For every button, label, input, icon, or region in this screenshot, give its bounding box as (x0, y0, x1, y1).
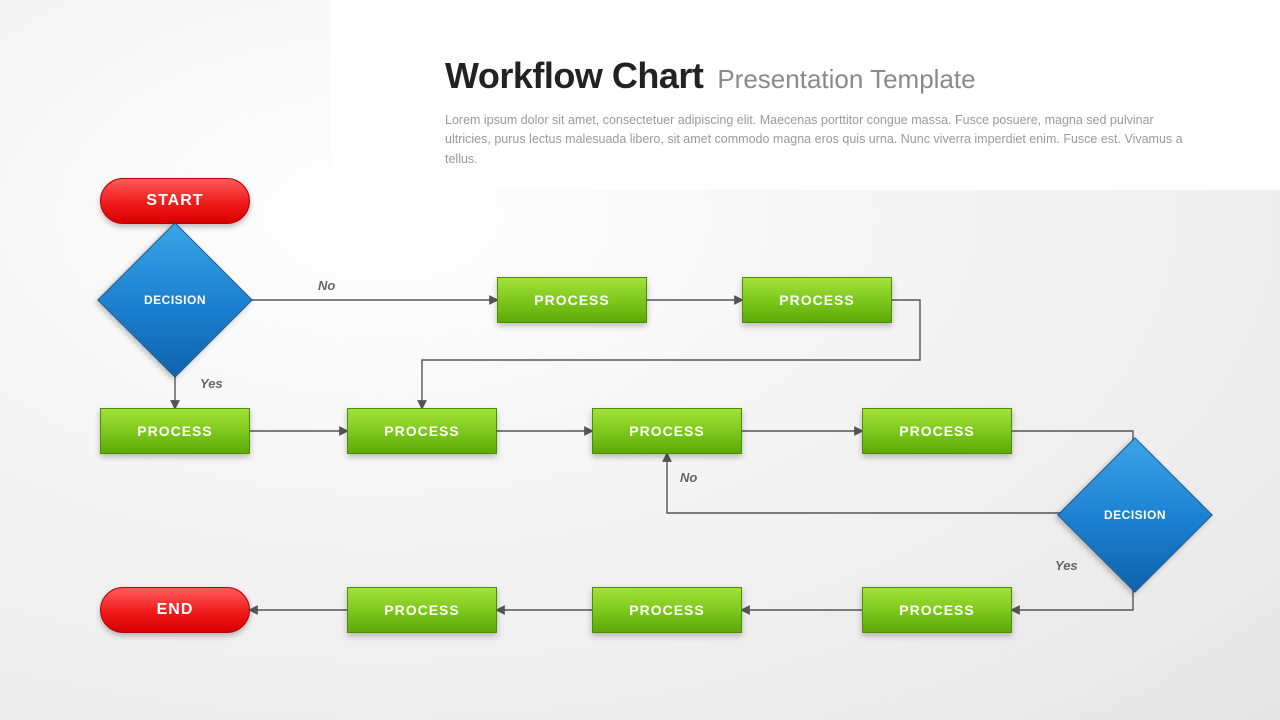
edge-label-d1-no: No (318, 278, 335, 293)
decision-1-label: DECISION (120, 245, 230, 355)
decision-2: DECISION (1080, 460, 1190, 570)
edge-label-d2-yes: Yes (1055, 558, 1078, 573)
process-yes-2: PROCESS (347, 408, 497, 454)
process-yes-3: PROCESS (592, 408, 742, 454)
process-yes-1: PROCESS (100, 408, 250, 454)
edge-label-d2-no: No (680, 470, 697, 485)
decision-1: DECISION (120, 245, 230, 355)
process-bottom-1: PROCESS (862, 587, 1012, 633)
process-bottom-3: PROCESS (347, 587, 497, 633)
terminator-end: END (100, 587, 250, 633)
flowchart-stage: START DECISION PROCESS PROCESS PROCESS P… (0, 0, 1280, 720)
edge-label-d1-yes: Yes (200, 376, 223, 391)
terminator-start: START (100, 178, 250, 224)
decision-2-label: DECISION (1080, 460, 1190, 570)
process-no-1: PROCESS (497, 277, 647, 323)
process-bottom-2: PROCESS (592, 587, 742, 633)
process-no-2: PROCESS (742, 277, 892, 323)
process-yes-4: PROCESS (862, 408, 1012, 454)
